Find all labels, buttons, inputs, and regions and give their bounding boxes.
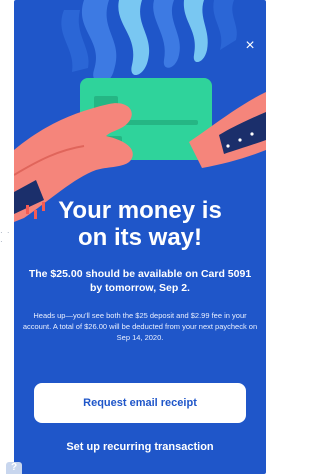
headline-line-2: on its way! — [77, 224, 203, 251]
background-page: · · · — [0, 0, 14, 474]
help-icon[interactable]: ? — [6, 462, 22, 474]
recurring-transaction-link[interactable]: Set up recurring transaction — [14, 441, 266, 453]
notice-text: Heads up—you'll see both the $25 deposit… — [22, 311, 258, 342]
headline-line-1: Your money is — [58, 197, 222, 224]
availability-text: The $25.00 should be available on Card 5… — [28, 268, 252, 294]
background-dots: · · · — [0, 228, 11, 246]
request-email-receipt-button[interactable]: Request email receipt — [34, 383, 246, 423]
flame-illustration — [61, 0, 237, 84]
confirmation-modal: × Your money is on its way! The $25.00 s… — [14, 0, 266, 474]
close-icon[interactable]: × — [242, 38, 258, 54]
headline: Your money is on its way! — [14, 197, 266, 251]
